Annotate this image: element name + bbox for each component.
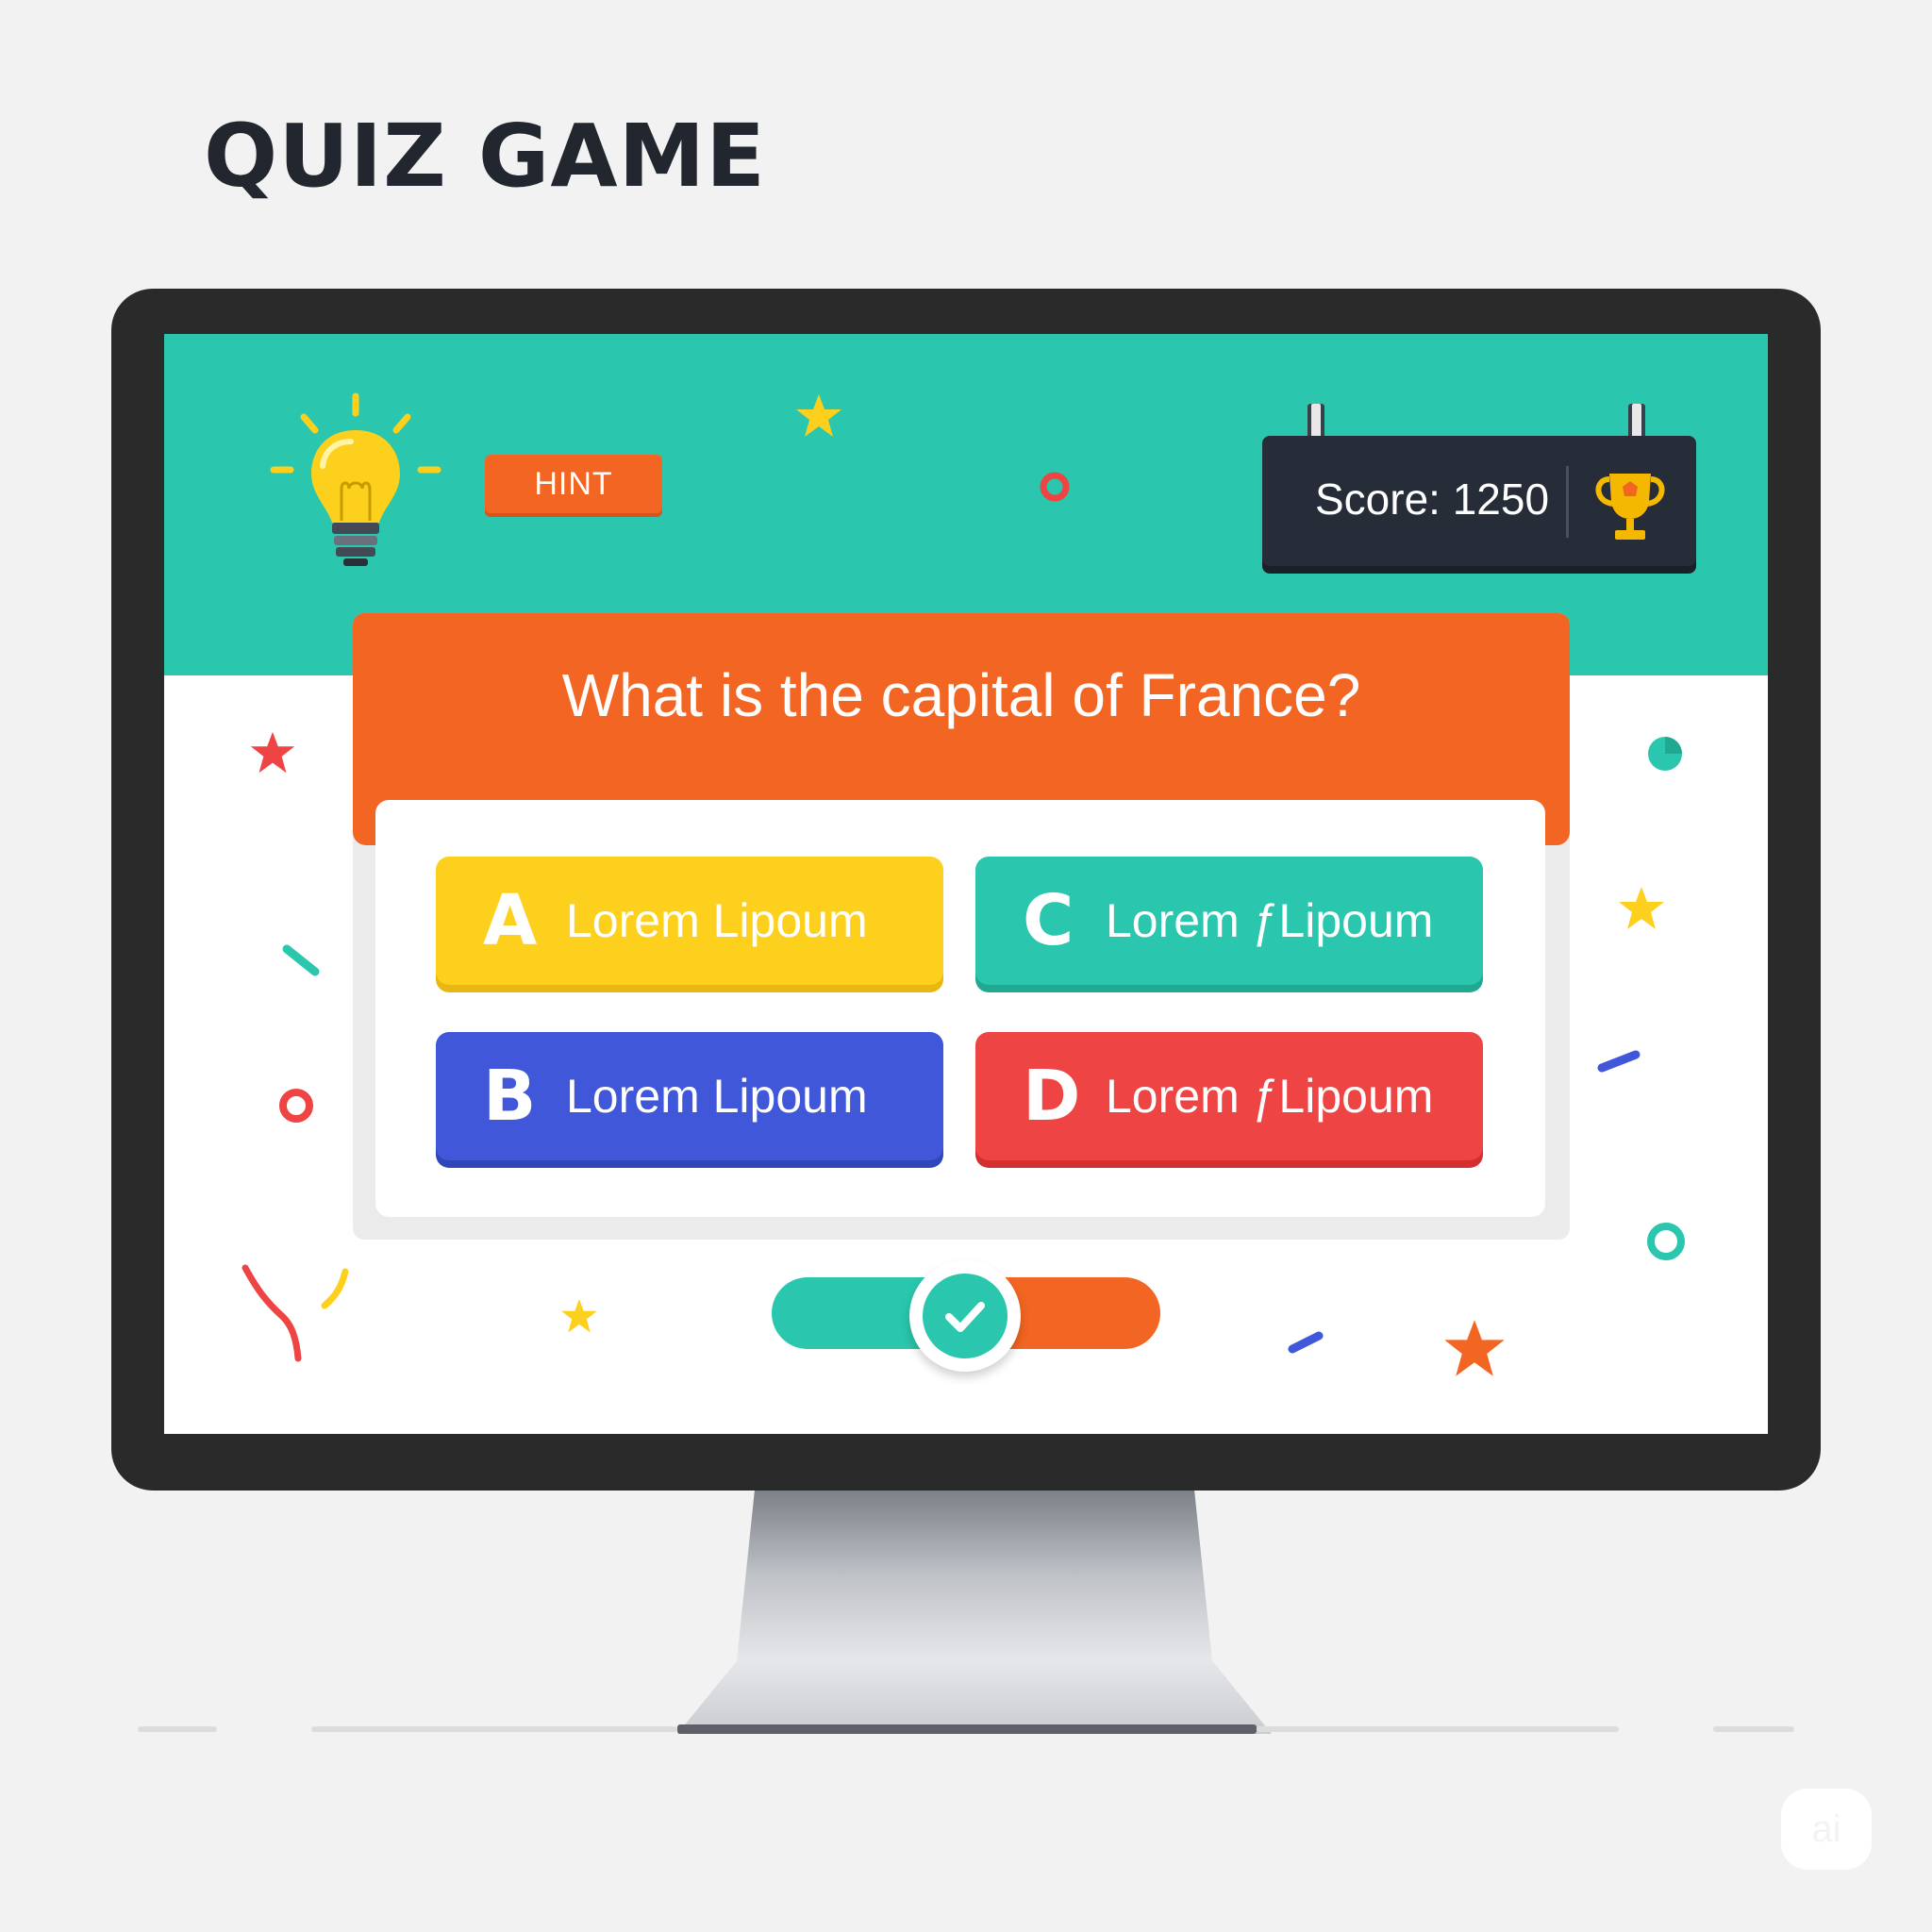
score-display: Score: 1250: [1315, 475, 1550, 524]
confirm-button[interactable]: [909, 1260, 1021, 1372]
ring-icon: [1040, 472, 1070, 502]
monitor-stand-base: [677, 1724, 1257, 1734]
trophy-icon: [1595, 474, 1665, 540]
answer-label: Lorem Lipoum: [566, 1070, 868, 1123]
star-icon: [250, 731, 295, 774]
monitor-stand: [677, 1491, 1272, 1734]
score-divider: [1566, 466, 1569, 538]
answer-letter: D: [1023, 1056, 1081, 1137]
lightbulb-icon[interactable]: [266, 391, 445, 589]
answer-a-button[interactable]: A Lorem Lipoum: [436, 857, 943, 985]
star-icon: [561, 1299, 597, 1333]
confetti-icon: [1288, 1331, 1324, 1354]
confirm-button-inner: [923, 1274, 1008, 1358]
confetti-ribbon-icon: [242, 1264, 349, 1362]
hint-button[interactable]: HINT: [485, 455, 662, 513]
dot-icon: [1648, 737, 1682, 771]
question-text: What is the capital of France?: [561, 661, 1361, 729]
answer-letter: C: [1023, 880, 1074, 961]
answer-letter: B: [483, 1056, 537, 1137]
ring-icon: [1647, 1223, 1685, 1260]
star-icon: [796, 394, 841, 437]
desk-line: [311, 1726, 677, 1732]
answer-c-button[interactable]: C Lorem ƒLipoum: [975, 857, 1483, 985]
ring-icon: [279, 1089, 313, 1123]
answer-b-button[interactable]: B Lorem Lipoum: [436, 1032, 943, 1160]
confetti-icon: [1597, 1050, 1641, 1073]
checkmark-icon: [945, 1302, 985, 1332]
answer-letter: A: [483, 880, 538, 961]
answer-label: Lorem Lipoum: [566, 894, 868, 947]
desk-line: [1257, 1726, 1619, 1732]
answer-d-button[interactable]: D Lorem ƒLipoum: [975, 1032, 1483, 1160]
confetti-icon: [282, 944, 320, 976]
answer-label: Lorem ƒLipoum: [1106, 894, 1434, 947]
answer-label: Lorem ƒLipoum: [1106, 1070, 1434, 1123]
star-icon: [1444, 1320, 1505, 1376]
scoreboard: Score: 1250: [1262, 436, 1696, 566]
desk-line: [1713, 1726, 1794, 1732]
page-title: QUIZ GAME: [204, 106, 766, 207]
watermark-badge: ai: [1781, 1789, 1872, 1870]
star-icon: [1619, 887, 1664, 929]
desk-line: [138, 1726, 217, 1732]
